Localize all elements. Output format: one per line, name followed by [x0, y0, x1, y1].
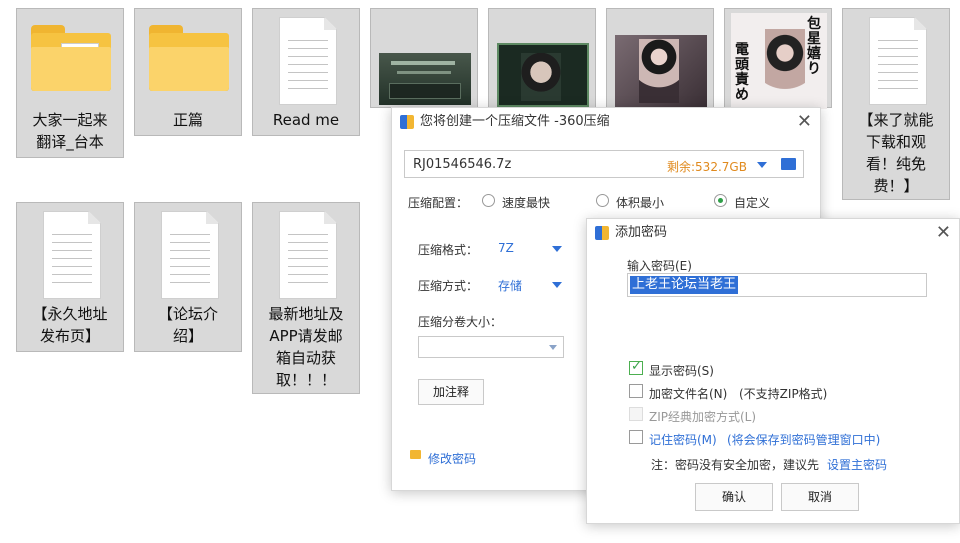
folder-browse-icon[interactable]	[781, 158, 796, 170]
file-tile-image-2[interactable]	[488, 8, 596, 108]
remember-password-label[interactable]: 记住密码(M)	[649, 431, 717, 448]
document-icon	[253, 9, 359, 109]
folder-icon	[17, 9, 123, 109]
remember-password-note: (将会保存到密码管理窗口中)	[727, 433, 881, 447]
file-tile-readme[interactable]: Read me	[252, 8, 360, 136]
password-dialog-titlebar[interactable]: 添加密码 ✕	[587, 219, 959, 247]
password-input[interactable]: 上老王论坛当老王	[627, 273, 927, 297]
file-label: 大家一起来 翻译_台本	[32, 111, 108, 151]
chevron-down-icon[interactable]	[757, 162, 767, 168]
config-label: 压缩配置：	[408, 196, 469, 210]
cancel-button[interactable]: 取消	[781, 483, 859, 511]
file-tile-doc-forum[interactable]: 【论坛介 绍】	[134, 202, 242, 352]
image-thumbnail-icon: 包星嬉り 電頭責め	[731, 13, 827, 109]
zip-classic-label: ZIP经典加密方式(L)	[649, 410, 757, 424]
file-tile-doc-free[interactable]: 【来了就能 下载和观 看！纯免 费！】	[842, 8, 950, 200]
option-custom-label: 自定义	[734, 196, 771, 210]
thumbnail-text-left: 電頭責め	[735, 42, 749, 103]
remember-password-checkbox[interactable]	[629, 430, 643, 444]
file-label: Read me	[272, 111, 340, 129]
option-smallest-label: 体积最小	[616, 196, 665, 210]
split-size-label: 压缩分卷大小：	[418, 315, 503, 329]
password-dialog-title: 添加密码	[615, 225, 668, 240]
change-password-link[interactable]: 修改密码	[428, 450, 476, 467]
encrypt-names-label: 加密文件名(N)	[649, 387, 728, 401]
password-value: 上老王论坛当老王	[630, 276, 739, 294]
add-comment-button[interactable]: 加注释	[418, 379, 484, 405]
archive-app-icon	[595, 226, 609, 240]
format-select[interactable]: 7Z	[498, 241, 514, 255]
thumbnail-text-right: 包星嬉り	[807, 16, 821, 77]
image-thumbnail-icon	[615, 35, 707, 107]
file-label: 【论坛介 绍】	[157, 305, 218, 345]
filename-value: RJ01546546.7z	[413, 157, 512, 172]
archive-app-icon	[400, 115, 414, 129]
encrypt-names-checkbox[interactable]	[629, 384, 643, 398]
confirm-button[interactable]: 确认	[695, 483, 773, 511]
file-tile-doc-permanent[interactable]: 【永久地址 发布页】	[16, 202, 124, 352]
file-tile-doc-latest[interactable]: 最新地址及 APP请发邮 箱自动获 取！！！	[252, 202, 360, 394]
radio-smallest[interactable]	[596, 194, 609, 207]
file-tile-image-1[interactable]	[370, 8, 478, 108]
encrypt-names-note: (不支持ZIP格式)	[739, 387, 828, 401]
close-icon[interactable]: ✕	[797, 108, 812, 136]
chevron-down-icon[interactable]	[552, 246, 562, 252]
folder-icon	[135, 9, 241, 109]
compress-dialog-title: 您将创建一个压缩文件 -360压缩	[420, 114, 610, 129]
password-dialog: 添加密码 ✕ 输入密码(E) 上老王论坛当老王 显示密码(S) 加密文件名(N)…	[586, 218, 960, 524]
method-select[interactable]: 存储	[498, 277, 522, 294]
radio-custom[interactable]	[714, 194, 727, 207]
zip-classic-checkbox[interactable]	[629, 407, 643, 421]
free-space-text: 剩余:532.7GB	[667, 160, 747, 174]
close-icon[interactable]: ✕	[936, 219, 951, 247]
show-password-checkbox[interactable]	[629, 359, 643, 375]
document-icon	[17, 203, 123, 303]
file-label: 【来了就能 下载和观 看！纯免 费！】	[858, 111, 934, 195]
image-thumbnail-icon	[497, 43, 589, 107]
file-tile-folder-1[interactable]: 大家一起来 翻译_台本	[16, 8, 124, 158]
format-label: 压缩格式：	[418, 243, 479, 257]
method-label: 压缩方式：	[418, 279, 479, 293]
set-master-password-link[interactable]: 设置主密码	[827, 456, 887, 473]
lock-icon	[410, 450, 421, 459]
document-icon	[843, 9, 949, 109]
split-size-select[interactable]	[418, 336, 564, 358]
compress-dialog-titlebar[interactable]: 您将创建一个压缩文件 -360压缩 ✕	[392, 108, 820, 136]
security-note: 注：密码没有安全加密，建议先	[651, 458, 820, 472]
chevron-down-icon[interactable]	[552, 282, 562, 288]
option-fastest-label: 速度最快	[502, 196, 551, 210]
file-label: 正篇	[172, 111, 203, 129]
show-password-label: 显示密码(S)	[649, 364, 714, 378]
radio-fastest[interactable]	[482, 194, 495, 207]
document-icon	[135, 203, 241, 303]
image-thumbnail-icon	[379, 53, 471, 105]
file-label: 【永久地址 发布页】	[32, 305, 108, 345]
filename-field[interactable]: RJ01546546.7z 剩余:532.7GB	[404, 150, 804, 178]
file-tile-image-3[interactable]	[606, 8, 714, 108]
password-input-label: 输入密码(E)	[627, 259, 692, 273]
file-tile-folder-2[interactable]: 正篇	[134, 8, 242, 136]
file-label: 最新地址及 APP请发邮 箱自动获 取！！！	[268, 305, 344, 389]
file-tile-image-4[interactable]: 包星嬉り 電頭責め	[724, 8, 832, 109]
chevron-down-icon	[549, 345, 557, 350]
document-icon	[253, 203, 359, 303]
